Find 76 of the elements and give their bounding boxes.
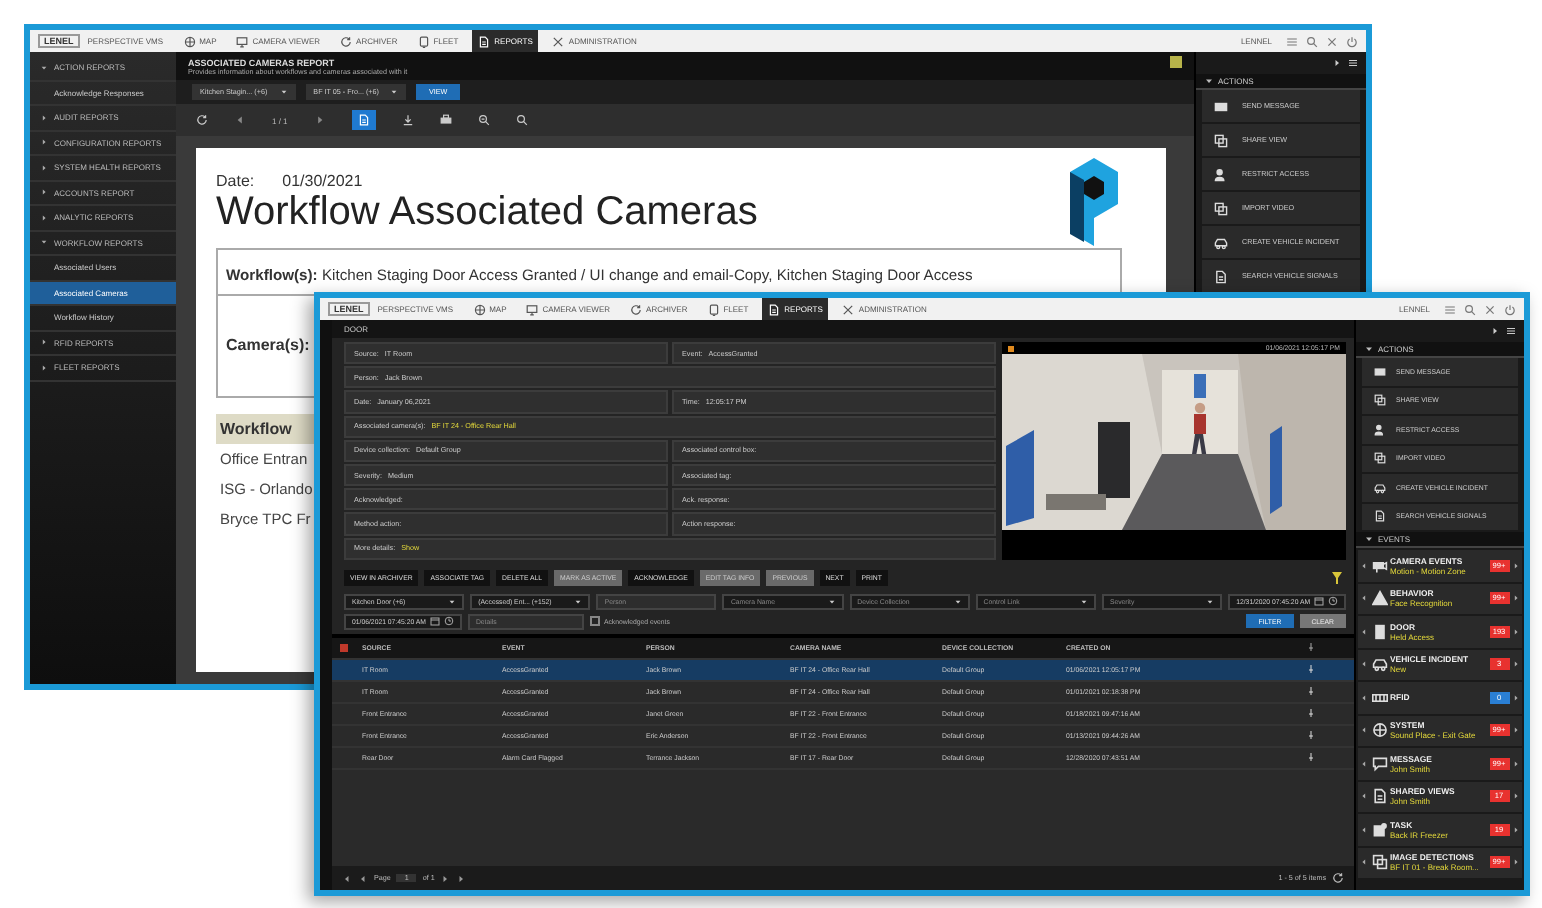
refresh-icon	[630, 303, 643, 315]
document-icon	[357, 114, 370, 126]
caret-down-icon	[1079, 597, 1088, 606]
caret-down-icon	[1206, 597, 1215, 606]
person-icon	[1214, 167, 1228, 181]
clock-icon	[1328, 596, 1339, 607]
search-icon	[515, 114, 528, 126]
refresh-icon	[340, 35, 353, 47]
car-icon	[1371, 656, 1387, 673]
refresh-icon	[1332, 872, 1344, 884]
person-icon	[1374, 423, 1386, 436]
copy-icon	[1374, 394, 1386, 407]
camera-icon	[1371, 557, 1387, 574]
car-icon	[1214, 235, 1228, 249]
caret-right-icon	[313, 114, 326, 126]
caret-down-icon	[574, 597, 583, 606]
envelope-icon	[1374, 365, 1386, 378]
menu-icon	[1506, 326, 1516, 336]
calendar-icon	[1314, 596, 1325, 607]
report-date: 01/30/2021	[282, 172, 363, 190]
envelope-icon	[1214, 99, 1228, 113]
document-icon	[1374, 510, 1386, 523]
document-icon	[768, 303, 781, 315]
caret-down-icon	[448, 597, 457, 606]
flag-icon	[340, 643, 348, 652]
pin-icon	[1306, 642, 1316, 653]
download-icon	[401, 114, 414, 126]
document-icon	[478, 35, 491, 47]
pin-icon	[1306, 708, 1316, 719]
close-icon	[1484, 303, 1496, 315]
date-label: Date:	[216, 172, 255, 190]
tablet-icon	[417, 35, 430, 47]
zoom-in-icon	[477, 114, 490, 126]
door-icon	[1371, 623, 1387, 640]
caret-down-icon	[1364, 344, 1374, 354]
car-icon	[1374, 481, 1386, 494]
tablet-icon	[707, 303, 720, 315]
copy-icon	[1374, 452, 1386, 465]
power-icon	[1346, 35, 1358, 47]
search-icon	[1306, 35, 1318, 47]
cameras-label: Camera(s):	[226, 336, 310, 354]
chat-icon	[1371, 755, 1387, 772]
pin-icon	[1306, 752, 1316, 763]
checkbox[interactable]	[589, 616, 600, 627]
copy-icon	[1371, 854, 1387, 871]
globe-icon	[183, 35, 196, 47]
menu-icon	[1348, 58, 1358, 68]
caret-down-icon	[1364, 534, 1374, 544]
document-icon	[1214, 269, 1228, 283]
caret-right-icon	[1332, 58, 1342, 68]
caret-down-icon	[827, 597, 836, 606]
caret-right-icon	[1490, 326, 1500, 336]
menu-icon	[1444, 303, 1456, 315]
copy-icon	[1214, 133, 1228, 147]
monitor-icon	[526, 303, 539, 315]
pin-icon	[1306, 686, 1316, 697]
clock-icon	[443, 616, 454, 627]
filter-icon[interactable]	[1332, 571, 1342, 584]
pin-icon	[1306, 730, 1316, 741]
power-icon	[1504, 303, 1516, 315]
calendar-icon	[429, 616, 440, 627]
close-icon	[1326, 35, 1338, 47]
refresh-icon	[196, 114, 208, 126]
caret-down-icon	[953, 597, 962, 606]
monitor-icon	[236, 35, 249, 47]
report-heading: Workflow Associated Cameras	[216, 190, 758, 234]
copy-icon	[1214, 201, 1228, 215]
pin-icon	[1306, 664, 1316, 675]
document-icon	[1371, 788, 1387, 805]
menu-icon	[1286, 35, 1298, 47]
globe-icon	[473, 303, 486, 315]
globe-icon	[1371, 722, 1387, 739]
logo	[1066, 156, 1122, 248]
caret-down-icon	[1204, 76, 1214, 86]
caret-left-icon	[234, 114, 246, 126]
search-icon	[1464, 303, 1476, 315]
